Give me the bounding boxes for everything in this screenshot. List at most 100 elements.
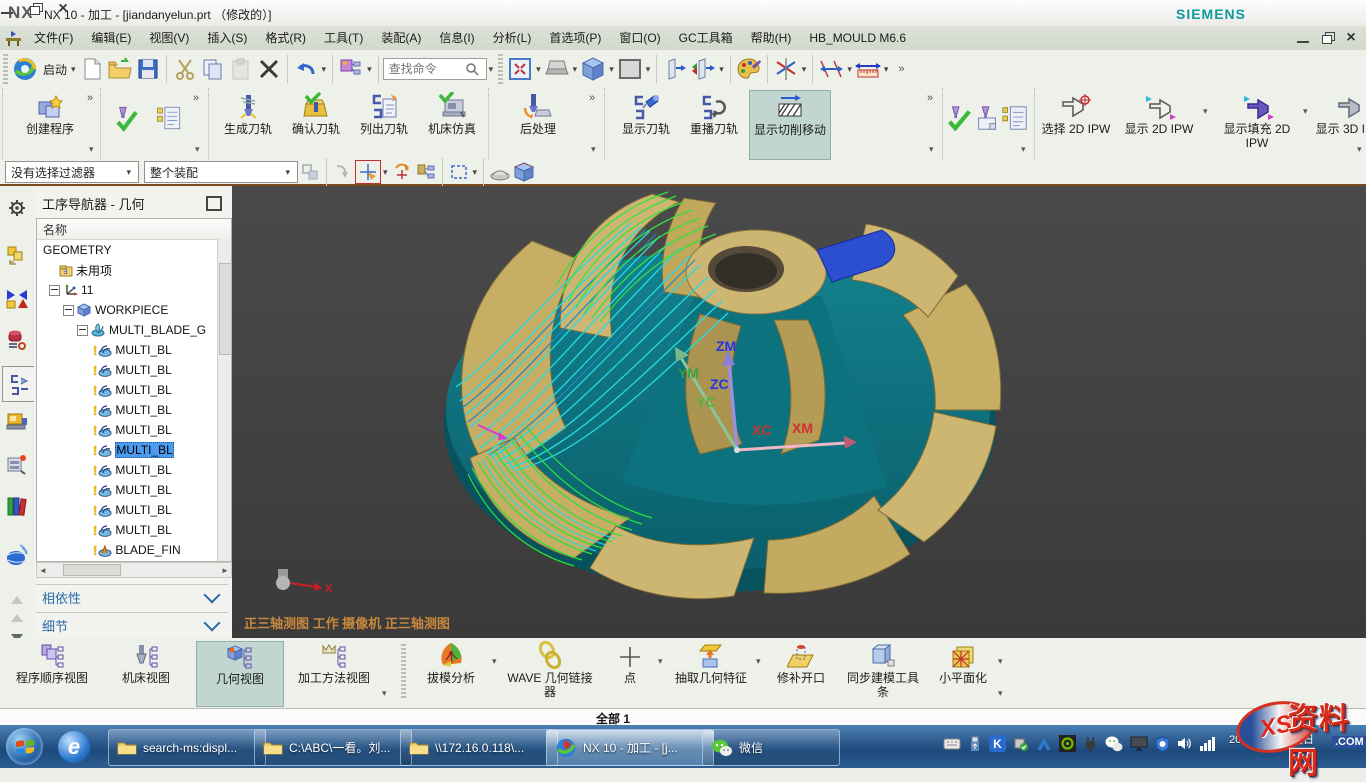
- menu-view[interactable]: 视图(V): [140, 26, 198, 50]
- usb-safely-remove-icon[interactable]: [1013, 736, 1029, 752]
- open-icon[interactable]: [106, 55, 134, 83]
- k-antivirus-icon[interactable]: K: [989, 735, 1006, 752]
- tool-sheet-icon[interactable]: [973, 104, 1001, 132]
- new-file-icon[interactable]: [78, 55, 106, 83]
- background-dropdown-arrow[interactable]: ▾: [646, 64, 651, 75]
- browser-taskbar-icon[interactable]: e: [58, 731, 90, 763]
- tree-horizontal-scrollbar[interactable]: ◄ ►: [36, 562, 232, 578]
- machine-simulation-button[interactable]: 机床仿真: [419, 90, 485, 158]
- undo-dropdown-arrow[interactable]: ▾: [322, 64, 327, 75]
- verify-toolpath-button[interactable]: 确认刀轨: [283, 90, 349, 158]
- internet-touch-icon[interactable]: [3, 542, 31, 570]
- menu-gc-toolbox[interactable]: GC工具箱: [670, 26, 742, 50]
- taskbar-button-search[interactable]: search-ms:displ...: [108, 729, 266, 766]
- fit-dropdown-arrow[interactable]: ▾: [536, 64, 541, 75]
- show-display-icon[interactable]: [543, 55, 571, 83]
- settings-gear-icon[interactable]: [3, 194, 31, 222]
- program-order-view-button[interactable]: 程序顺序视图: [8, 641, 96, 705]
- replay-toolpath-button[interactable]: 重播刀轨: [681, 90, 747, 158]
- show-2d-ipw-dropdown[interactable]: ▾: [1203, 106, 1208, 117]
- operation-list-icon[interactable]: [155, 104, 183, 132]
- role-palette-icon[interactable]: [735, 55, 763, 83]
- draft-dropdown-arrow[interactable]: ▾: [492, 656, 497, 667]
- geometry-view-button[interactable]: 几何视图: [196, 641, 284, 707]
- wireframe-cube-icon[interactable]: [512, 161, 536, 183]
- nvidia-icon[interactable]: [1059, 735, 1076, 752]
- menu-assemblies[interactable]: 装配(A): [372, 26, 430, 50]
- tool-list-icon[interactable]: [1001, 104, 1029, 132]
- display-tray-icon[interactable]: [1130, 736, 1148, 751]
- command-finder[interactable]: [383, 58, 487, 80]
- security-shield-icon[interactable]: [1155, 736, 1170, 752]
- autodesk-icon[interactable]: [1036, 737, 1052, 751]
- point-dropdown-arrow[interactable]: ▾: [658, 656, 663, 667]
- taskbar-button-abc[interactable]: C:\ABC\一看。刘...: [254, 729, 412, 766]
- patch-opening-button[interactable]: 修补开口: [766, 641, 836, 705]
- group1-more-chevron[interactable]: »: [87, 92, 93, 104]
- taskbar-button-nx[interactable]: NX 10 - 加工 - [j...: [546, 729, 714, 766]
- volume-icon[interactable]: [1177, 736, 1192, 751]
- minimize-button[interactable]: [0, 2, 14, 16]
- wechat-tray-icon[interactable]: [1105, 736, 1123, 752]
- fit-view-icon[interactable]: [506, 55, 534, 83]
- extract-dropdown-arrow[interactable]: ▾: [756, 656, 761, 667]
- show-cut-moves-button[interactable]: 显示切削移动: [749, 90, 831, 160]
- finder-dropdown-arrow[interactable]: ▾: [489, 64, 494, 75]
- clip-section-icon[interactable]: [661, 55, 689, 83]
- menu-format[interactable]: 格式(R): [256, 26, 315, 50]
- doc-close-button[interactable]: ×: [1344, 31, 1358, 45]
- section-dropdown-arrow[interactable]: ▾: [719, 64, 724, 75]
- show-fill-2d-ipw-button[interactable]: 显示填充 2D IPW: [1213, 90, 1301, 158]
- marquee-select-icon[interactable]: [447, 161, 471, 183]
- menu-file[interactable]: 文件(F): [25, 26, 82, 50]
- taskbar-clock[interactable]: 2019/10/6 星期日: [1229, 733, 1314, 747]
- assembly-dropdown-arrow[interactable]: ▾: [367, 64, 372, 75]
- faceting-dropdown-arrow[interactable]: ▾: [998, 656, 1003, 667]
- save-icon[interactable]: [134, 55, 162, 83]
- tree-row-geometry[interactable]: GEOMETRY: [37, 240, 219, 260]
- machining-method-view-button[interactable]: 加工方法视图: [290, 641, 378, 705]
- paste-icon[interactable]: [227, 55, 255, 83]
- views-dropdown-arrow[interactable]: ▾: [382, 688, 387, 699]
- selection-scope-dropdown[interactable]: 整个装配▾: [144, 161, 298, 183]
- shaded-cube-icon[interactable]: [579, 55, 607, 83]
- copy-icon[interactable]: [199, 55, 227, 83]
- assembly-navigator-icon[interactable]: [3, 284, 31, 312]
- menu-analysis[interactable]: 分析(L): [484, 26, 541, 50]
- tree-scroll-thumb[interactable]: [219, 263, 232, 355]
- render-style-dropdown-arrow[interactable]: ▾: [609, 64, 614, 75]
- menu-information[interactable]: 信息(I): [430, 26, 483, 50]
- collapse-box-icon[interactable]: [49, 285, 60, 296]
- wave-linker-button[interactable]: WAVE 几何链接器: [502, 641, 598, 705]
- group4-dropdown-arrow[interactable]: ▾: [591, 144, 596, 155]
- ruler-dropdown-arrow[interactable]: ▾: [884, 64, 889, 75]
- restore-button[interactable]: [28, 2, 42, 16]
- start-dropdown-arrow[interactable]: ▾: [71, 64, 76, 75]
- part-navigator-icon[interactable]: [3, 242, 31, 270]
- menu-tools[interactable]: 工具(T): [315, 26, 372, 50]
- machine-tool-view-button[interactable]: 机床视图: [104, 641, 188, 705]
- start-icon[interactable]: [11, 55, 39, 83]
- menu-preferences[interactable]: 首选项(P): [540, 26, 610, 50]
- ruler-dimension-icon[interactable]: [854, 55, 882, 83]
- menu-hb-mould[interactable]: HB_MOULD M6.6: [800, 26, 915, 50]
- toolbar-overflow-chevron[interactable]: »: [898, 63, 904, 75]
- point-filter-icon[interactable]: [355, 160, 381, 184]
- generate-toolpath-button[interactable]: 生成刀轨: [215, 90, 281, 158]
- marker-dropdown-arrow[interactable]: ▾: [802, 64, 807, 75]
- menu-insert[interactable]: 插入(S): [198, 26, 256, 50]
- collapse-box-icon[interactable]: [77, 325, 88, 336]
- menu-help[interactable]: 帮助(H): [742, 26, 801, 50]
- cut-icon[interactable]: [171, 55, 199, 83]
- network-signal-icon[interactable]: [1199, 737, 1216, 751]
- snap-point-icon[interactable]: [331, 161, 355, 183]
- tree-row-mcs[interactable]: 11: [37, 280, 227, 300]
- undo-icon[interactable]: [292, 55, 320, 83]
- start-orb[interactable]: [6, 728, 43, 765]
- details-section[interactable]: 细节: [36, 612, 228, 637]
- group1-dropdown-arrow[interactable]: ▾: [89, 144, 94, 155]
- edit-section-icon[interactable]: [689, 55, 717, 83]
- doc-minimize-button[interactable]: [1296, 31, 1310, 45]
- measure-dropdown-arrow[interactable]: ▾: [847, 64, 852, 75]
- process-assistant-icon[interactable]: [3, 450, 31, 478]
